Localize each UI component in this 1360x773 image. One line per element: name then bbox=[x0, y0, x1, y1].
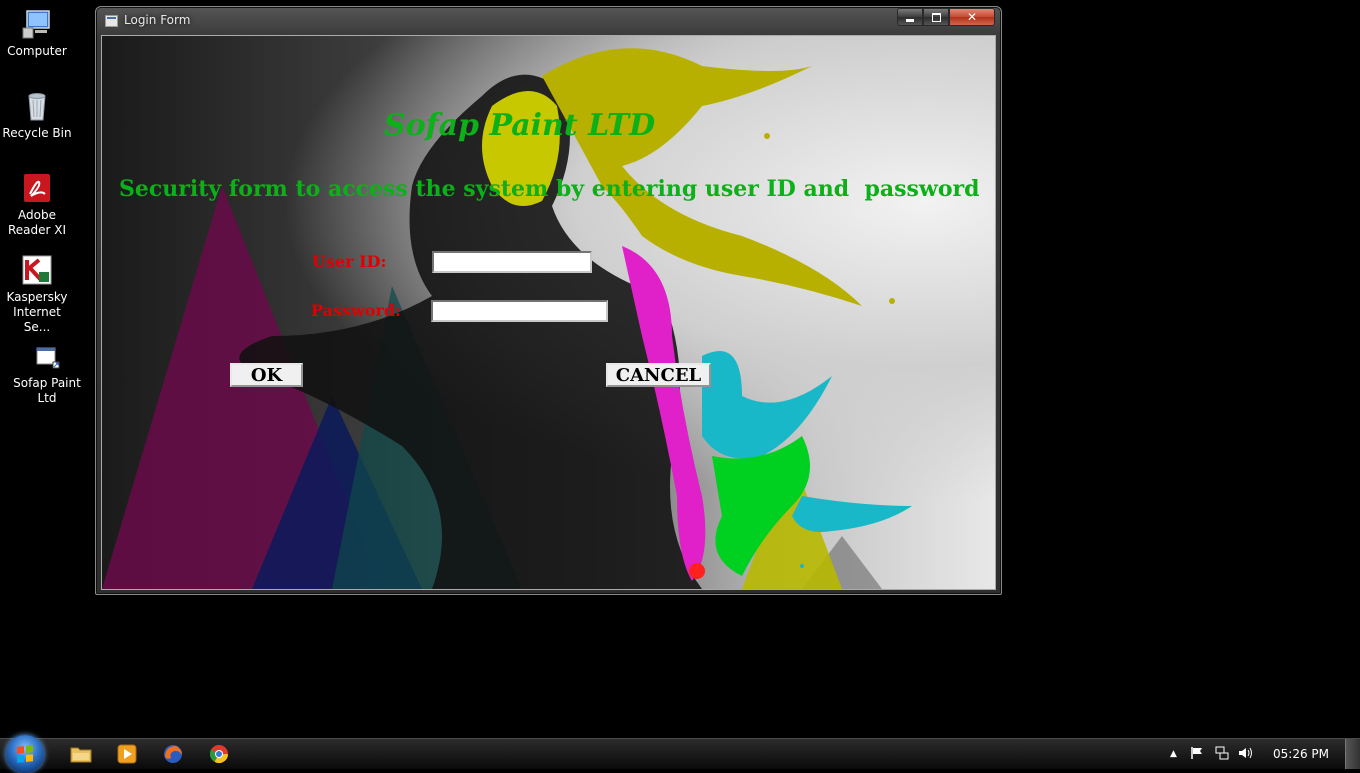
minimize-icon bbox=[906, 18, 914, 22]
show-desktop-button[interactable] bbox=[1345, 739, 1360, 769]
window-controls: ✕ bbox=[897, 8, 995, 26]
minimize-button[interactable] bbox=[897, 8, 923, 26]
program-shortcut-icon bbox=[31, 340, 63, 372]
desktop-icon-label: Adobe Reader XI bbox=[7, 208, 67, 237]
form-client-area: Sofap Paint LTD Security form to access … bbox=[101, 35, 996, 590]
volume-icon[interactable] bbox=[1238, 746, 1254, 763]
action-center-flag-icon[interactable] bbox=[1190, 746, 1204, 763]
company-title: Sofap Paint LTD bbox=[384, 108, 656, 143]
recycle-bin-icon bbox=[21, 90, 53, 122]
desktop-icon-recycle-bin[interactable]: Recycle Bin bbox=[0, 90, 74, 141]
form-window-icon bbox=[105, 15, 118, 27]
desktop-icon-adobe-reader[interactable]: Adobe Reader XI bbox=[0, 172, 74, 238]
firefox-icon[interactable] bbox=[162, 744, 184, 764]
password-label: Password: bbox=[311, 301, 401, 320]
desktop-icon-sofap-paint[interactable]: Sofap Paint Ltd bbox=[10, 340, 84, 406]
form-description: Security form to access the system by en… bbox=[119, 176, 980, 202]
desktop-icon-label: Sofap Paint Ltd bbox=[13, 376, 81, 405]
kaspersky-icon bbox=[21, 254, 53, 286]
maximize-button[interactable] bbox=[923, 8, 949, 26]
user-id-input[interactable] bbox=[432, 251, 592, 273]
desktop-icon-label: Recycle Bin bbox=[2, 126, 72, 140]
network-icon[interactable] bbox=[1214, 746, 1230, 763]
desktop-icon-kaspersky[interactable]: Kaspersky Internet Se... bbox=[0, 254, 74, 335]
title-bar[interactable]: Login Form ✕ bbox=[96, 7, 1001, 35]
desktop-icon-label: Computer bbox=[7, 44, 67, 58]
computer-icon bbox=[21, 8, 53, 40]
cancel-button[interactable]: CANCEL bbox=[606, 363, 711, 387]
start-button[interactable] bbox=[6, 735, 44, 773]
system-tray: ▲ bbox=[1170, 739, 1254, 769]
desktop-icon-label: Kaspersky Internet Se... bbox=[6, 290, 68, 334]
ok-button[interactable]: OK bbox=[230, 363, 303, 387]
taskbar-clock[interactable]: 05:26 PM bbox=[1273, 747, 1329, 761]
media-player-icon[interactable] bbox=[116, 744, 138, 764]
taskbar: ▲ 05:26 PM bbox=[0, 735, 1360, 773]
maximize-icon bbox=[931, 12, 941, 22]
window-title: Login Form bbox=[124, 13, 191, 27]
show-hidden-icons-arrow[interactable]: ▲ bbox=[1170, 749, 1177, 759]
windows-explorer-icon[interactable] bbox=[70, 744, 92, 764]
adobe-reader-icon bbox=[21, 172, 53, 204]
desktop-icon-computer[interactable]: Computer bbox=[0, 8, 74, 59]
user-id-label: User ID: bbox=[312, 252, 387, 271]
close-button[interactable]: ✕ bbox=[949, 8, 995, 26]
login-form-window: Login Form ✕ Sofap Paint LTD Security fo… bbox=[95, 6, 1002, 595]
password-input[interactable] bbox=[431, 300, 608, 322]
close-icon: ✕ bbox=[966, 10, 978, 24]
chrome-icon[interactable] bbox=[208, 744, 230, 764]
